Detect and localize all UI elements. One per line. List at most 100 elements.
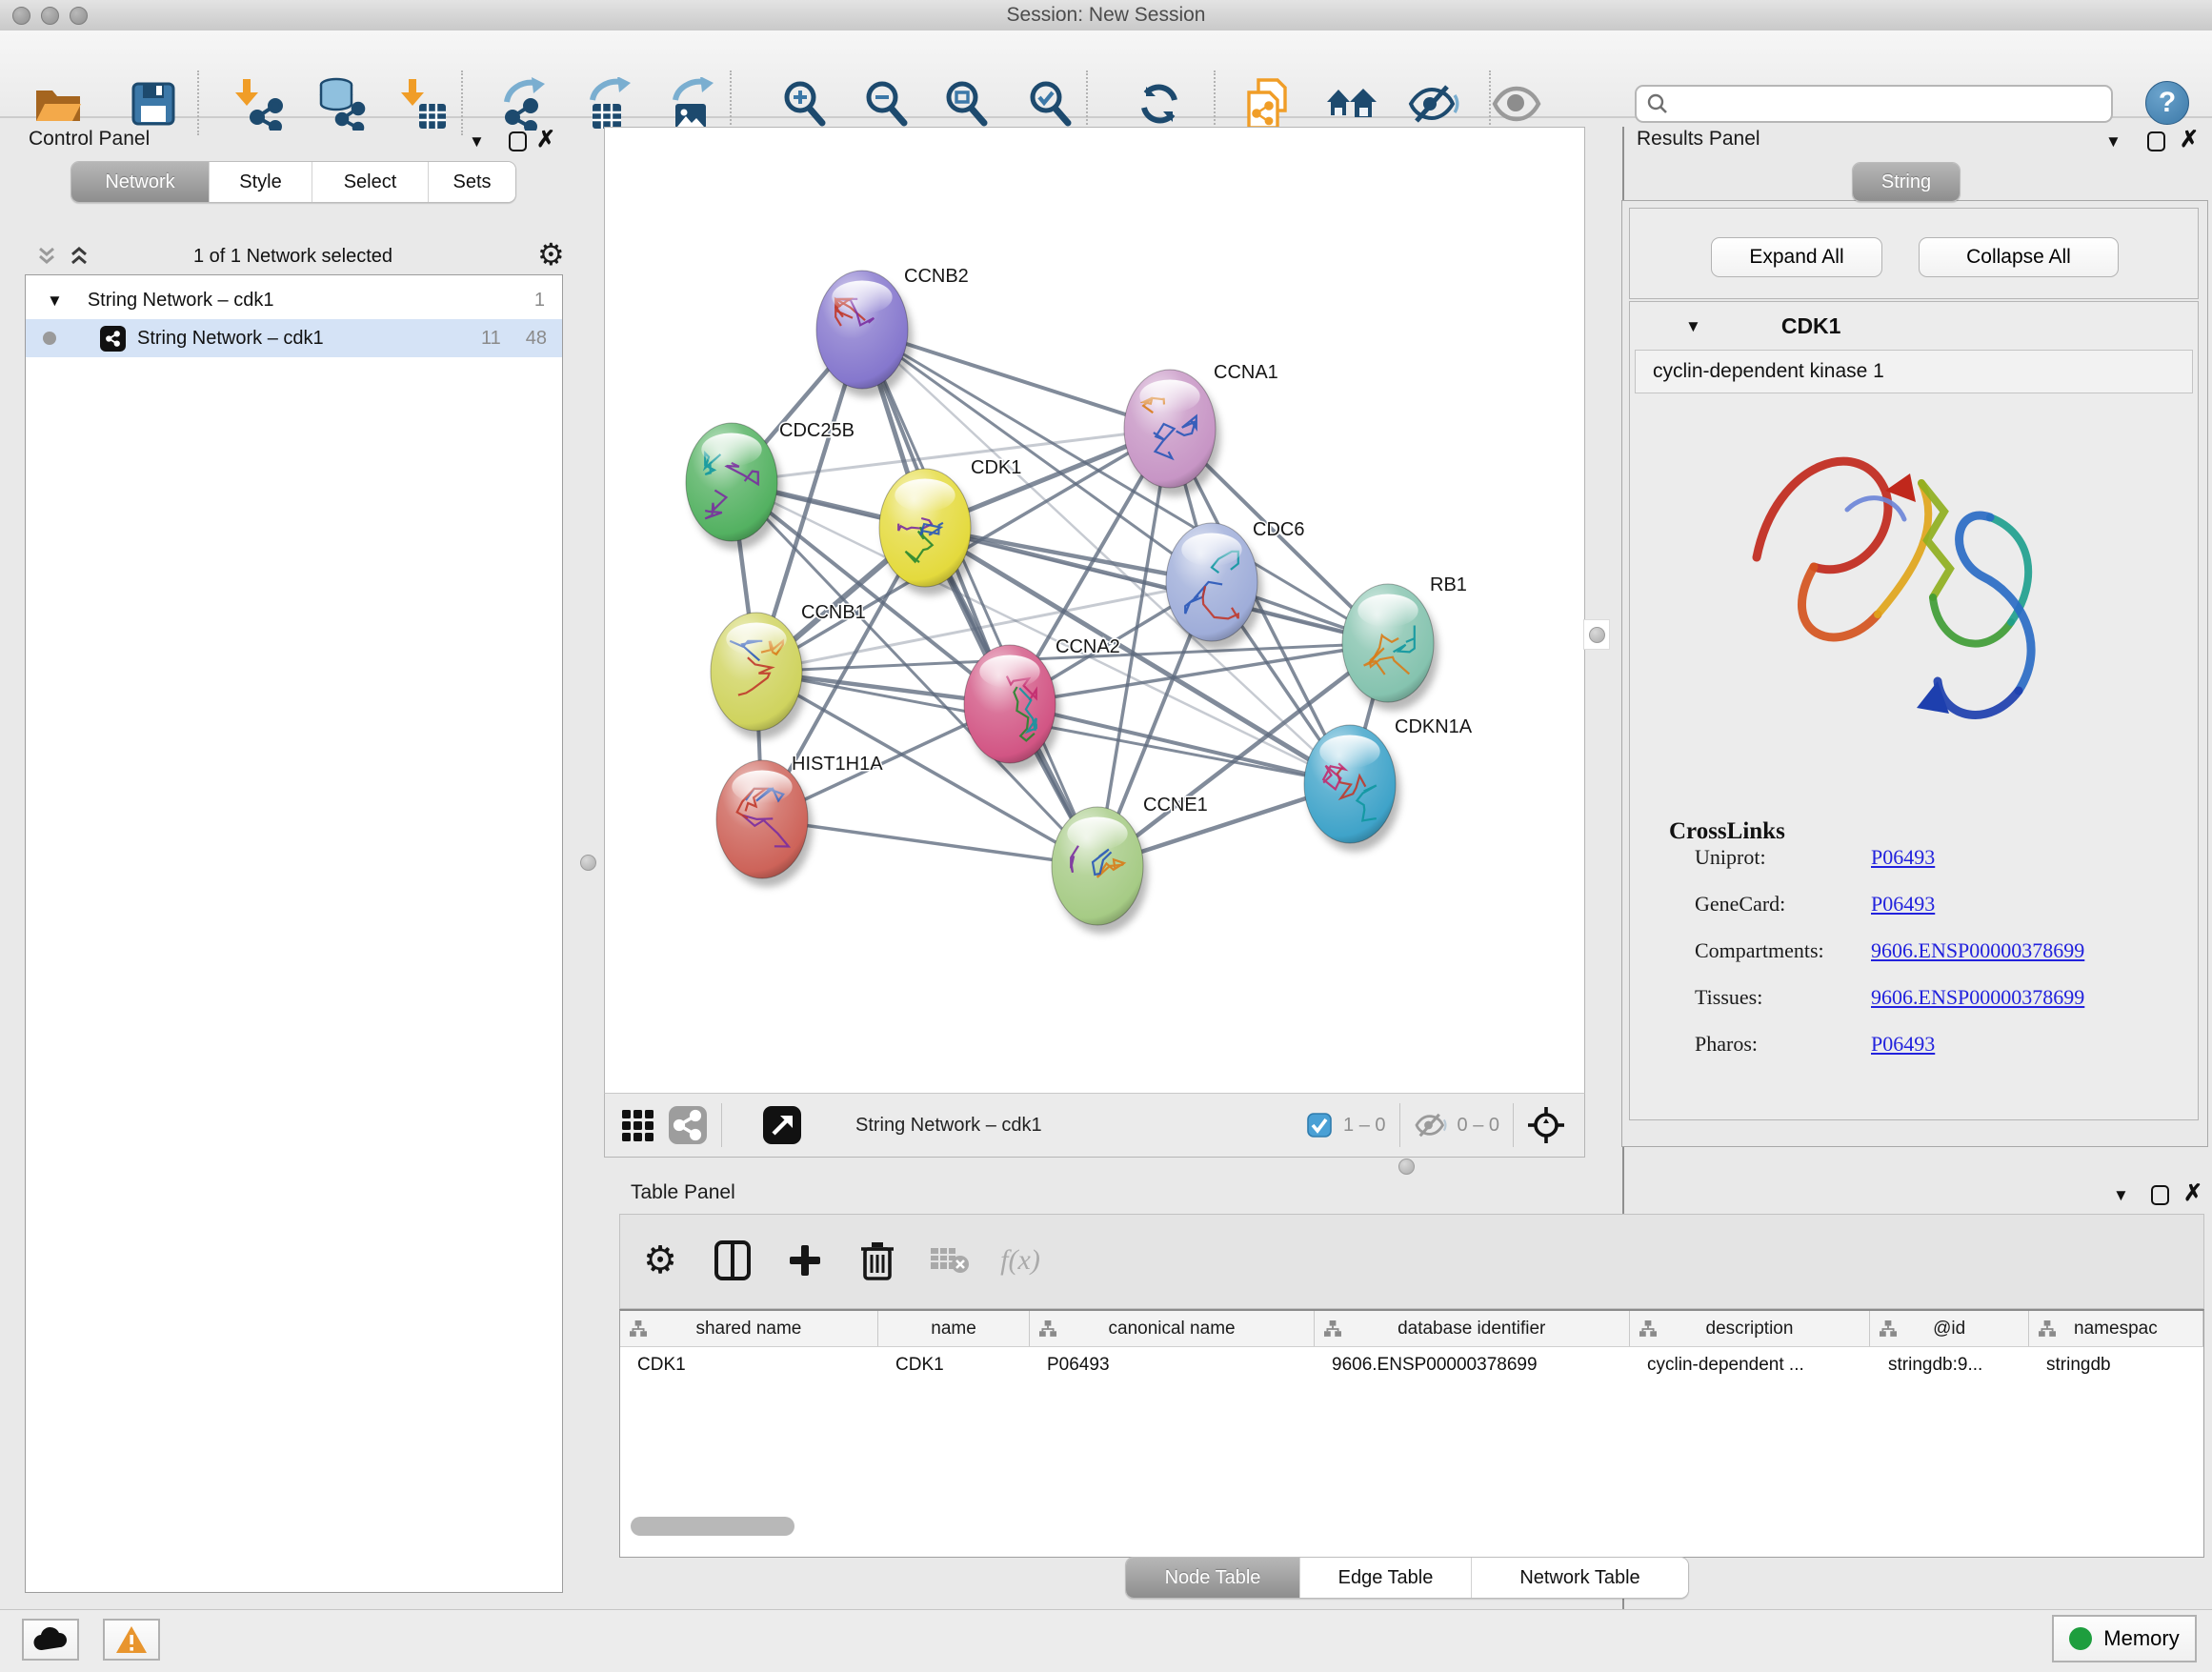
table-cell[interactable]: 9606.ENSP00000378699 — [1315, 1347, 1630, 1382]
node-label-CDKN1A: CDKN1A — [1395, 716, 1473, 737]
crosslink-label: Pharos: — [1695, 1032, 1758, 1056]
memory-label: Memory — [2103, 1626, 2179, 1651]
bottom-splitter-handle[interactable] — [1398, 1158, 1415, 1175]
search-input[interactable] — [1669, 93, 2111, 115]
import-network-from-database-button[interactable] — [307, 71, 373, 137]
table-panel-menu-icon[interactable]: ▼ — [2113, 1187, 2129, 1203]
network-node-CDK1[interactable] — [879, 469, 975, 595]
function-builder-icon[interactable]: f(x) — [990, 1230, 1051, 1291]
table-horizontal-scrollbar[interactable] — [631, 1517, 794, 1536]
fit-content-crosshair-icon[interactable] — [1527, 1106, 1565, 1144]
network-node-CCNB1[interactable] — [711, 613, 807, 739]
left-splitter-handle[interactable] — [580, 855, 596, 871]
selected-checkbox-icon[interactable] — [1307, 1113, 1332, 1138]
collapse-all-button[interactable]: Collapse All — [1919, 237, 2119, 277]
tab-string[interactable]: String — [1853, 163, 1960, 201]
delete-table-icon[interactable] — [919, 1230, 980, 1291]
add-column-icon[interactable] — [774, 1230, 835, 1291]
column-header-canonical-name[interactable]: canonical name — [1030, 1311, 1315, 1346]
network-node-CCNE1[interactable] — [1052, 807, 1148, 934]
tab-edge-table[interactable]: Edge Table — [1299, 1558, 1471, 1598]
crosslink-link[interactable]: 9606.ENSP00000378699 — [1871, 938, 2084, 963]
network-options-gear-icon[interactable]: ⚙ — [537, 236, 565, 272]
control-panel-menu-icon[interactable]: ▼ — [469, 133, 485, 150]
network-node-CDC6[interactable] — [1166, 523, 1262, 650]
table-gear-icon[interactable]: ⚙ — [630, 1230, 691, 1291]
help-button[interactable]: ? — [2145, 81, 2189, 125]
grid-view-icon[interactable] — [620, 1106, 658, 1144]
zoom-out-icon — [862, 79, 912, 129]
results-panel-float-icon[interactable] — [2147, 131, 2165, 156]
network-node-HIST1H1A[interactable] — [716, 760, 813, 887]
tab-style[interactable]: Style — [209, 162, 312, 202]
table-cell[interactable]: stringdb — [2029, 1347, 2203, 1382]
crosslink-link[interactable]: P06493 — [1871, 845, 1935, 870]
column-header-namespac[interactable]: namespac — [2029, 1311, 2203, 1346]
toolbar-separator — [721, 1103, 722, 1147]
table-cell[interactable]: CDK1 — [878, 1347, 1030, 1382]
network-node-CCNA1[interactable] — [1124, 370, 1220, 496]
toolbar-separator — [1214, 71, 1216, 135]
toolbar-separator — [730, 71, 732, 135]
protein-collapse-icon[interactable]: ▼ — [1685, 318, 1701, 334]
expand-all-button[interactable]: Expand All — [1711, 237, 1882, 277]
tab-select[interactable]: Select — [312, 162, 428, 202]
cloud-button[interactable] — [22, 1619, 79, 1661]
network-row[interactable]: String Network – cdk1 11 48 — [26, 319, 562, 357]
collection-label: String Network – cdk1 — [88, 290, 274, 312]
table-cell[interactable]: stringdb:9... — [1871, 1347, 2029, 1382]
birds-eye-view-icon[interactable] — [762, 1105, 802, 1145]
zoom-selected-icon — [1026, 79, 1076, 129]
network-edge[interactable] — [862, 330, 1097, 866]
column-header-database-identifier[interactable]: database identifier — [1315, 1311, 1630, 1346]
table-columns-icon[interactable] — [702, 1230, 763, 1291]
delete-column-trash-icon[interactable] — [847, 1230, 908, 1291]
column-header-description[interactable]: description — [1630, 1311, 1871, 1346]
crosslink-row: Uniprot:P06493 — [1695, 845, 2190, 870]
control-panel-float-icon[interactable] — [509, 131, 527, 156]
control-panel-close-icon[interactable]: ✗ — [536, 131, 555, 149]
column-header-name[interactable]: name — [878, 1311, 1030, 1346]
import-table-button[interactable] — [391, 71, 457, 137]
network-node-RB1[interactable] — [1342, 584, 1438, 711]
crosslink-link[interactable]: 9606.ENSP00000378699 — [1871, 985, 2084, 1010]
table-cell[interactable]: cyclin-dependent ... — [1630, 1347, 1871, 1382]
collapse-all-icon[interactable] — [34, 244, 59, 269]
export-network-icon — [499, 77, 551, 131]
memory-button[interactable]: Memory — [2052, 1615, 2197, 1662]
tab-network[interactable]: Network — [71, 162, 209, 202]
crosslink-link[interactable]: P06493 — [1871, 892, 1935, 917]
tab-sets[interactable]: Sets — [428, 162, 515, 202]
network-share-view-icon[interactable] — [668, 1105, 708, 1145]
tab-network-table[interactable]: Network Table — [1471, 1558, 1688, 1598]
table-panel-title: Table Panel — [631, 1181, 735, 1204]
table-panel-float-icon[interactable] — [2151, 1185, 2169, 1210]
network-edge[interactable] — [1010, 704, 1350, 784]
network-canvas[interactable]: CCNB2CCNA1CDC25BCDK1CDC6RB1CCNB1CCNA2CDK… — [604, 127, 1585, 1095]
protein-card-header[interactable]: ▼ CDK1 — [1630, 302, 2198, 350]
right-splitter-handle[interactable] — [1583, 619, 1610, 650]
network-node-CDKN1A[interactable] — [1304, 725, 1400, 852]
collection-collapse-icon[interactable]: ▼ — [47, 292, 63, 309]
table-row[interactable]: CDK1CDK1P064939606.ENSP00000378699cyclin… — [620, 1347, 2203, 1382]
import-network-button[interactable] — [225, 71, 292, 137]
hidden-eye-slash-icon[interactable] — [1414, 1111, 1448, 1139]
tab-node-table[interactable]: Node Table — [1126, 1558, 1299, 1598]
network-collection-row[interactable]: ▼ String Network – cdk1 1 — [26, 281, 562, 319]
main-toolbar: ? — [0, 30, 2212, 118]
crosslink-link[interactable]: P06493 — [1871, 1032, 1935, 1057]
table-panel-close-icon[interactable]: ✗ — [2183, 1185, 2202, 1202]
warnings-button[interactable] — [103, 1619, 160, 1661]
expand-all-icon[interactable] — [67, 244, 91, 269]
toolbar-separator — [1086, 71, 1088, 135]
network-node-CCNA2[interactable] — [964, 645, 1060, 772]
results-panel-close-icon[interactable]: ✗ — [2180, 131, 2199, 149]
column-header-@id[interactable]: @id — [1870, 1311, 2028, 1346]
results-panel-menu-icon[interactable]: ▼ — [2105, 133, 2122, 150]
eye-slash-icon — [1407, 81, 1460, 127]
table-cell[interactable]: CDK1 — [620, 1347, 878, 1382]
column-header-shared-name[interactable]: shared name — [620, 1311, 878, 1346]
toolbar-separator — [461, 71, 463, 135]
table-cell[interactable]: P06493 — [1030, 1347, 1315, 1382]
network-node-CCNB2[interactable] — [816, 271, 913, 397]
